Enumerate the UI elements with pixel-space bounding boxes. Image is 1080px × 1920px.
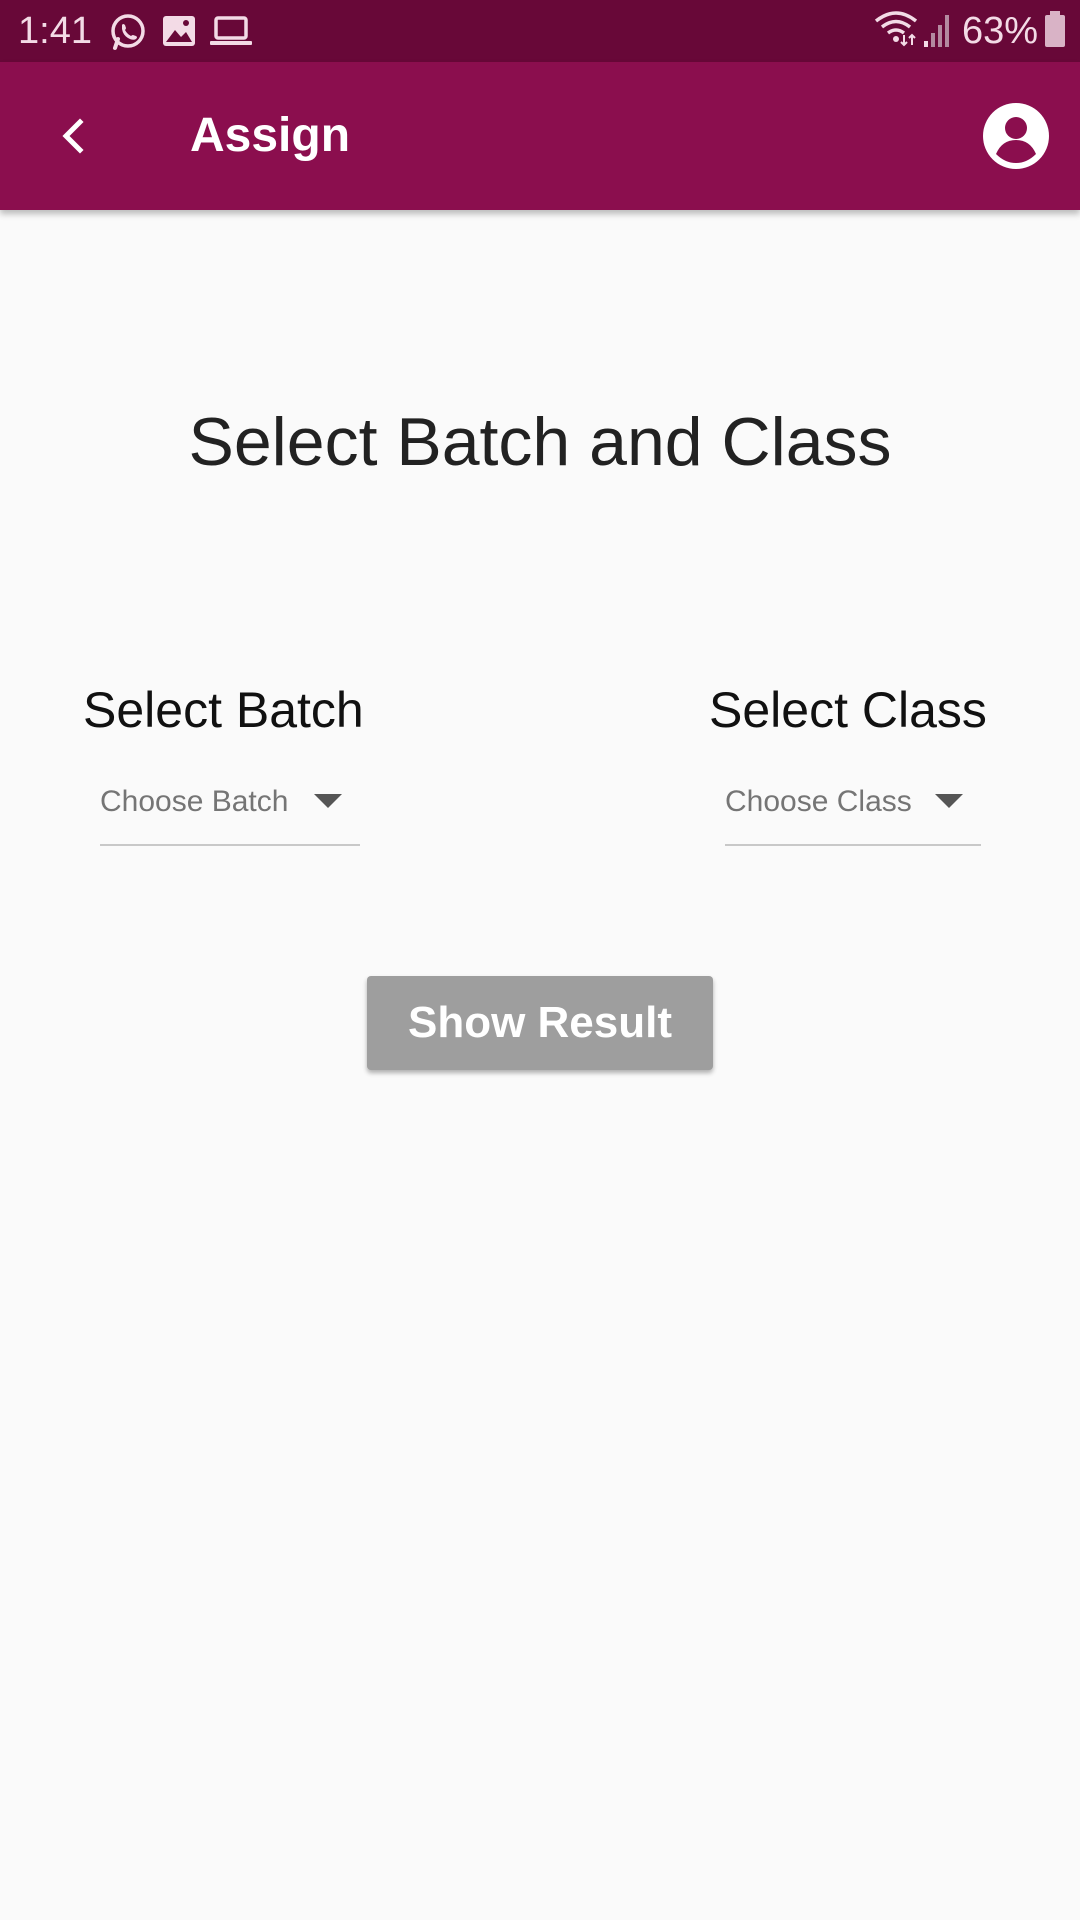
profile-button[interactable] — [982, 102, 1050, 170]
laptop-icon — [208, 12, 256, 52]
chevron-left-icon — [62, 118, 84, 154]
class-dropdown-placeholder: Choose Class — [725, 785, 912, 818]
battery-icon — [1044, 9, 1066, 54]
page-title: Assign — [190, 109, 351, 162]
dropdown-arrow-icon — [935, 794, 963, 808]
image-icon — [160, 12, 200, 52]
show-result-button[interactable]: Show Result — [367, 976, 713, 1070]
dropdown-arrow-icon — [314, 794, 342, 808]
account-circle-icon — [983, 103, 1049, 169]
section-heading: Select Batch and Class — [188, 404, 892, 480]
status-bar: 1:41 63% — [0, 0, 1080, 62]
battery-percentage: 63% — [961, 9, 1038, 52]
class-dropdown[interactable]: Choose Class — [725, 770, 981, 846]
select-class-label: Select Class — [709, 682, 987, 738]
back-button[interactable] — [44, 106, 104, 166]
assign-screen: 1:41 63% Assign Select Batch and Class S… — [0, 0, 1080, 1920]
batch-dropdown-placeholder: Choose Batch — [100, 785, 289, 818]
signal-icon — [922, 9, 952, 54]
whatsapp-icon — [108, 12, 148, 52]
app-bar: Assign — [0, 62, 1080, 210]
status-right: 63% — [874, 8, 1066, 54]
select-batch-label: Select Batch — [83, 682, 364, 738]
batch-dropdown[interactable]: Choose Batch — [100, 770, 360, 846]
status-time: 1:41 — [18, 10, 92, 52]
wifi-icon — [874, 9, 918, 54]
